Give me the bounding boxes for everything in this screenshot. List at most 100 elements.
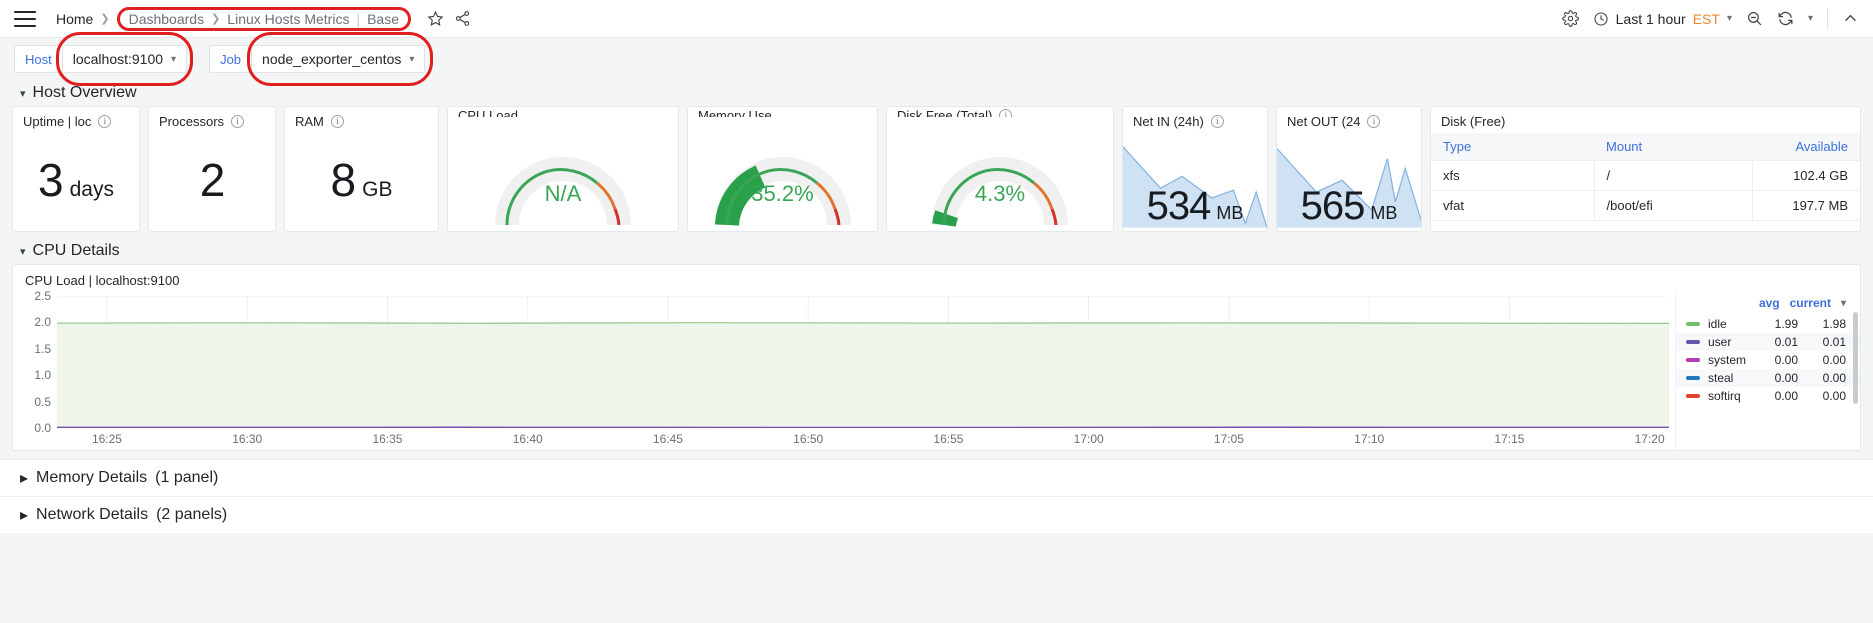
stat-number: 3 (38, 154, 64, 206)
panel-disk-free-gauge[interactable]: Disk Free (Total) i 4.3% (886, 106, 1114, 232)
breadcrumb-dashboard-name[interactable]: Linux Hosts Metrics (227, 11, 349, 27)
panel-body: 2 (149, 129, 275, 231)
legend-color-swatch (1686, 394, 1700, 398)
plot-region[interactable]: 2.5 2.0 1.5 1.0 0.5 0.0 16:25 16:30 16:3… (34, 289, 1669, 446)
legend-item-idle[interactable]: idle 1.99 1.98 (1676, 315, 1860, 333)
column-header-available[interactable]: Available (1752, 133, 1860, 161)
panel-title-row: Net IN (24h) i (1123, 107, 1267, 129)
panel-ram[interactable]: RAM i 8 GB (284, 106, 439, 232)
panel-memory-use-gauge[interactable]: Memory Use 35.2% (687, 106, 878, 232)
panel-title: Net OUT (24 (1287, 114, 1361, 129)
panel-body: 565 MB (1277, 129, 1421, 231)
chevron-down-icon[interactable]: ▾ (1841, 298, 1846, 309)
legend-series-name: system (1708, 353, 1747, 367)
column-header-type[interactable]: Type (1431, 133, 1595, 161)
panel-body: 534 MB (1123, 129, 1267, 231)
time-range-picker[interactable]: Last 1 hour EST ▾ (1593, 11, 1732, 27)
variables-row: Host localhost:9100 ▾ Job node_exporter_… (0, 32, 1873, 86)
cell-type: vfat (1431, 190, 1595, 221)
hamburger-menu-icon[interactable] (14, 10, 36, 27)
legend-item-softirq[interactable]: softirq 0.00 0.00 (1676, 387, 1860, 405)
chevron-right-icon: ▸ (20, 470, 29, 487)
table-row: vfat /boot/efi 197.7 MB (1431, 190, 1860, 221)
stat-unit: days (69, 178, 114, 201)
gauge-value: N/A (544, 181, 582, 206)
time-range-label: Last 1 hour (1615, 10, 1686, 27)
info-icon[interactable]: i (330, 115, 344, 128)
grafana-dashboard: Home ❯ Dashboards ❯ Linux Hosts Metrics … (0, 0, 1873, 623)
legend-col-current[interactable]: current (1790, 296, 1831, 310)
host-variable-label: Host (14, 45, 62, 73)
timezone-label: EST (1692, 10, 1720, 27)
panel-processors[interactable]: Processors i 2 (148, 106, 276, 232)
chevron-up-icon[interactable] (1842, 10, 1859, 27)
x-tick-label: 17:20 (1634, 432, 1665, 446)
row-header-cpu-details[interactable]: ▾ CPU Details (0, 238, 1873, 264)
legend-avg-value: 1.99 (1774, 317, 1798, 331)
stat-value: 534 MB (1147, 184, 1244, 231)
info-icon[interactable]: i (1210, 115, 1224, 128)
table-body: xfs / 102.4 GB vfat /boot/efi 197.7 MB (1431, 160, 1860, 221)
gauge-value: 35.2% (751, 181, 814, 206)
toolbar-right: Last 1 hour EST ▾ ▾ (1561, 8, 1859, 29)
y-tick-label: 2.5 (34, 289, 51, 303)
share-icon[interactable] (454, 10, 471, 27)
row-header-memory-details[interactable]: ▸ Memory Details (1 panel) (0, 459, 1873, 496)
x-tick-label: 16:45 (652, 432, 683, 446)
stat-value: 8 GB (331, 157, 393, 203)
gear-icon[interactable] (1561, 10, 1579, 27)
panel-title: Disk Free (Total) (897, 108, 993, 117)
stat-unit: MB (1370, 203, 1398, 223)
refresh-icon[interactable] (1777, 10, 1794, 27)
x-tick-label: 16:50 (793, 432, 824, 446)
host-variable-select[interactable]: localhost:9100 ▾ (61, 45, 188, 73)
panel-net-in[interactable]: Net IN (24h) i 534 MB (1122, 106, 1268, 232)
stat-value: 2 (200, 157, 226, 203)
breadcrumb-current[interactable]: Base (367, 11, 399, 27)
breadcrumb-home[interactable]: Home (56, 11, 93, 27)
cell-mount: / (1594, 160, 1754, 191)
legend-series-name: user (1708, 335, 1732, 349)
job-variable-select[interactable]: node_exporter_centos ▾ (251, 45, 426, 73)
panel-body: N/A (448, 117, 678, 231)
host-variable-value: localhost:9100 (72, 51, 164, 67)
legend-item-system[interactable]: system 0.00 0.00 (1676, 351, 1860, 369)
stat-number: 565 (1300, 184, 1366, 228)
x-tick-label: 17:15 (1494, 432, 1525, 446)
panel-uptime[interactable]: Uptime | loc i 3 days (12, 106, 140, 232)
panel-title: CPU Load (458, 108, 518, 117)
legend-series-name: idle (1708, 317, 1727, 331)
panel-cpu-load-gauge[interactable]: CPU Load N/A (447, 106, 679, 232)
info-icon[interactable]: i (999, 109, 1013, 117)
row-header-network-details[interactable]: ▸ Network Details (2 panels) (0, 496, 1873, 533)
legend-scrollbar[interactable] (1853, 312, 1858, 404)
star-icon[interactable] (427, 10, 444, 27)
panel-title-row: Net OUT (24 i (1277, 107, 1421, 129)
row-header-label: Host Overview (32, 84, 137, 101)
zoom-out-icon[interactable] (1746, 10, 1763, 27)
row-panel-count: (2 panels) (156, 506, 228, 523)
panel-title: RAM (295, 114, 324, 129)
legend-item-steal[interactable]: steal 0.00 0.00 (1676, 369, 1860, 387)
legend-col-avg[interactable]: avg (1740, 296, 1780, 310)
panel-cpu-load-timeseries[interactable]: CPU Load | localhost:9100 2.5 2.0 1.5 1.… (12, 264, 1861, 451)
legend-item-user[interactable]: user 0.01 0.01 (1676, 333, 1860, 351)
panel-net-out[interactable]: Net OUT (24 i 565 MB (1276, 106, 1422, 232)
column-header-mount[interactable]: Mount (1594, 133, 1753, 161)
table-row: xfs / 102.4 GB (1431, 160, 1860, 191)
info-icon[interactable]: i (98, 115, 112, 128)
info-icon[interactable]: i (231, 115, 245, 128)
cell-mount: /boot/efi (1594, 190, 1754, 221)
row-header-label: Network Details (36, 506, 149, 523)
y-tick-label: 0.5 (34, 394, 51, 409)
legend-current-value: 0.00 (1822, 353, 1846, 367)
panel-title-row: Memory Use (688, 107, 877, 117)
panel-disk-free-table[interactable]: Disk (Free) Type Mount Available xfs / 1… (1430, 106, 1861, 232)
breadcrumb-dashboards[interactable]: Dashboards (129, 11, 205, 27)
disk-table: Type Mount Available xfs / 102.4 GB vfat (1431, 133, 1860, 221)
row-header-label: CPU Details (32, 242, 120, 259)
info-icon[interactable]: i (1367, 115, 1381, 128)
refresh-interval-chevron-icon[interactable]: ▾ (1808, 13, 1813, 24)
row-header-host-overview[interactable]: ▾ Host Overview (0, 80, 1873, 106)
y-tick-label: 2.0 (34, 315, 51, 330)
